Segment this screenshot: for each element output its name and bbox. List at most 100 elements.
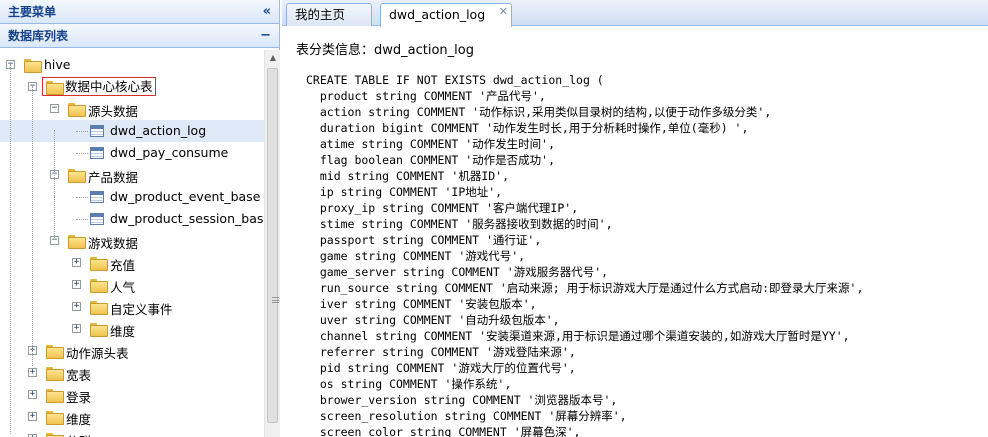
tree-node[interactable]: + 宽表 [0,362,264,384]
tree-scrollbar[interactable]: ▲ [264,50,280,437]
tree-node[interactable]: + 充值 [0,252,264,274]
tree-node[interactable]: dwd_action_log [0,120,264,142]
code-line: product string COMMENT '产品代号', [306,89,546,103]
collapse-db-list-icon[interactable]: − [260,24,271,48]
scroll-up-icon[interactable]: ▲ [265,50,281,66]
tree-node-label: dw_product_session_base [110,211,264,226]
folder-icon [46,411,64,425]
code-line: referrer string COMMENT '游戏登陆来源', [306,345,576,359]
tree-node[interactable]: − 游戏数据 [0,230,264,252]
tree-node[interactable]: dw_product_event_base [0,186,264,208]
code-line: run_source string COMMENT '启动来源; 用于标识游戏大… [306,281,864,295]
db-list-header: 数据库列表 − [0,24,279,48]
expand-icon[interactable]: + [72,258,81,267]
tree-node-label: 充值 [110,258,136,273]
tree-node-label: 自定义事件 [110,302,173,317]
table-info-name: dwd_action_log [374,43,474,58]
code-line: atime string COMMENT '动作发生时间', [306,137,556,151]
code-line: flag boolean COMMENT '动作是否成功', [306,153,556,167]
folder-icon [24,59,42,73]
code-line: mid string COMMENT '机器ID', [306,169,510,183]
code-line: channel string COMMENT '安装渠道来源,用于标识是通过哪个… [306,329,850,343]
folder-icon [90,301,108,315]
tree-node[interactable]: + 动作源头表 [0,340,264,362]
left-panel: 主要菜单 « 数据库列表 − − hive − 数据中心核心表 − 源头数据 dwd_act… [0,0,280,437]
tree-node-label: 游戏数据 [88,236,139,251]
table-icon [90,125,104,137]
expand-icon[interactable]: + [28,390,37,399]
tree-node[interactable]: − hive [0,54,264,76]
tree-node-label: 维度 [110,324,136,339]
tab-home-label: 我的主页 [295,7,346,22]
code-line: screen_color string COMMENT '屏幕色深', [306,425,581,437]
tree-node-label: 维度 [66,412,92,427]
code-line: iver string COMMENT '安装包版本', [306,297,537,311]
code-line: passport string COMMENT '通行证', [306,233,542,247]
scroll-thumb[interactable] [267,68,279,423]
code-line: proxy_ip string COMMENT '客户端代理IP', [306,201,579,215]
ddl-code-block: CREATE TABLE IF NOT EXISTS dwd_action_lo… [306,72,988,437]
tree-node[interactable]: dw_product_session_base [0,208,264,230]
folder-icon [46,345,64,359]
code-line: os string COMMENT '操作系统', [306,377,512,391]
tree-node-label: dwd_pay_consume [110,145,229,160]
expand-icon[interactable]: + [72,324,81,333]
tree-node[interactable]: + 自定义事件 [0,296,264,318]
tab-dwd-action-log[interactable]: dwd_action_log ✕ [380,3,512,27]
expand-icon[interactable]: + [28,412,37,421]
code-line: brower_version string COMMENT '浏览器版本号', [306,393,618,407]
tree-node-label: 人气 [110,280,136,295]
folder-icon [46,433,64,437]
tab-home[interactable]: 我的主页 [286,3,372,26]
code-line: uver string COMMENT '自动升级包版本', [306,313,560,327]
tree-node-label: 分群 [66,431,91,437]
expand-icon[interactable]: + [72,302,81,311]
tree-node-label: 动作源头表 [66,346,129,361]
tree-node-label: 产品数据 [88,170,139,185]
tree-node[interactable]: − 产品数据 [0,164,264,186]
collapse-panel-icon[interactable]: « [263,0,271,24]
collapse-icon[interactable]: − [50,104,59,113]
code-line: game string COMMENT '游戏代号', [306,249,526,263]
code-line: duration bigint COMMENT '动作发生时长,用于分析耗时操作… [306,121,749,135]
tree-node[interactable]: + 维度 [0,318,264,340]
tree-connector [76,153,88,154]
tree-node[interactable]: + 人气 [0,274,264,296]
folder-icon [90,257,108,271]
folder-icon [46,367,64,381]
code-line: stime string COMMENT '服务器接收到数据的时间', [306,217,613,231]
tree-guide-line [32,86,33,366]
table-info-content: 表分类信息：dwd_action_log CREATE TABLE IF NOT… [282,27,988,437]
tree-node-label: 宽表 [66,368,92,383]
code-line: pid string COMMENT '游戏大厅的位置代号', [306,361,576,375]
tree-node[interactable]: − 源头数据 [0,98,264,120]
table-info-title: 表分类信息：dwd_action_log [296,39,988,58]
table-icon [90,147,104,159]
table-icon [90,213,104,225]
tab-bar: 我的主页 dwd_action_log ✕ [282,0,988,27]
tree-node-label: 登录 [66,390,92,405]
code-line: game_server string COMMENT '游戏服务器代号', [306,265,609,279]
folder-icon [68,103,86,117]
tree-node-label: dw_product_event_base [110,189,261,204]
scroll-grip-icon [272,297,279,303]
tree-node-label: 源头数据 [88,104,139,119]
code-line: CREATE TABLE IF NOT EXISTS dwd_action_lo… [306,73,604,87]
tree-node[interactable]: + 登录 [0,384,264,406]
main-menu-title: 主要菜单 [8,5,57,19]
tree-connector [76,219,88,220]
tree-connector [76,197,88,198]
folder-icon [68,169,86,183]
close-tab-icon[interactable]: ✕ [499,1,508,23]
expand-icon[interactable]: + [72,280,81,289]
tree-node[interactable]: dwd_pay_consume [0,142,264,164]
tree-node[interactable]: − 数据中心核心表 [0,76,264,98]
folder-icon [68,235,86,249]
tree-node[interactable]: + 维度 [0,406,264,428]
tree-node[interactable]: +分群 [0,428,264,437]
tree-connector [76,131,88,132]
tree-node-label: dwd_action_log [110,123,207,138]
folder-icon [46,389,64,403]
expand-icon[interactable]: + [28,368,37,377]
tree-node-label: hive [44,57,71,72]
